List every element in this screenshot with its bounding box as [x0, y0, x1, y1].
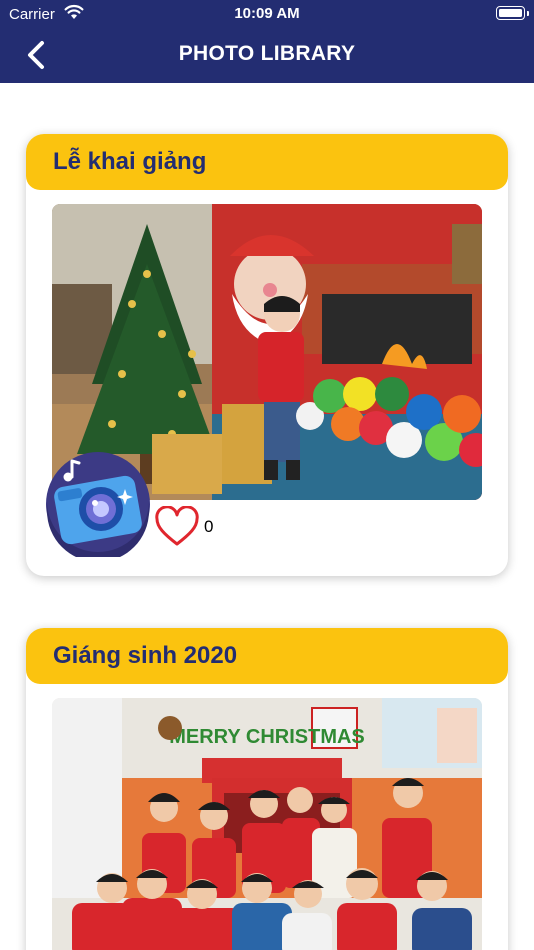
status-time: 10:09 AM	[234, 5, 300, 22]
like-count: 0	[204, 517, 214, 536]
album-header: Giáng sinh 2020	[26, 628, 508, 684]
camera-icon[interactable]	[45, 451, 151, 557]
page-title: PHOTO LIBRARY	[178, 42, 356, 65]
album-title: Lễ khai giảng	[53, 148, 207, 175]
album-card[interactable]: Lễ khai giảng 0	[26, 134, 508, 576]
album-card[interactable]: Giáng sinh 2020 MERRY CHRISTMAS	[26, 628, 508, 950]
album-photo[interactable]: MERRY CHRISTMAS	[52, 698, 482, 950]
battery-icon	[496, 6, 529, 20]
status-bar: Carrier 10:09 AM	[0, 0, 534, 28]
album-header: Lễ khai giảng	[26, 134, 508, 190]
like-section: 0	[154, 506, 213, 548]
album-title: Giáng sinh 2020	[53, 642, 238, 669]
photo-library-screen: Carrier 10:09 AM PHOTO LIBRARY Lễ khai g…	[0, 0, 534, 950]
heart-icon[interactable]	[154, 506, 200, 548]
navigation-bar: Carrier 10:09 AM PHOTO LIBRARY	[0, 0, 534, 83]
banner-text: MERRY CHRISTMAS	[169, 726, 365, 748]
